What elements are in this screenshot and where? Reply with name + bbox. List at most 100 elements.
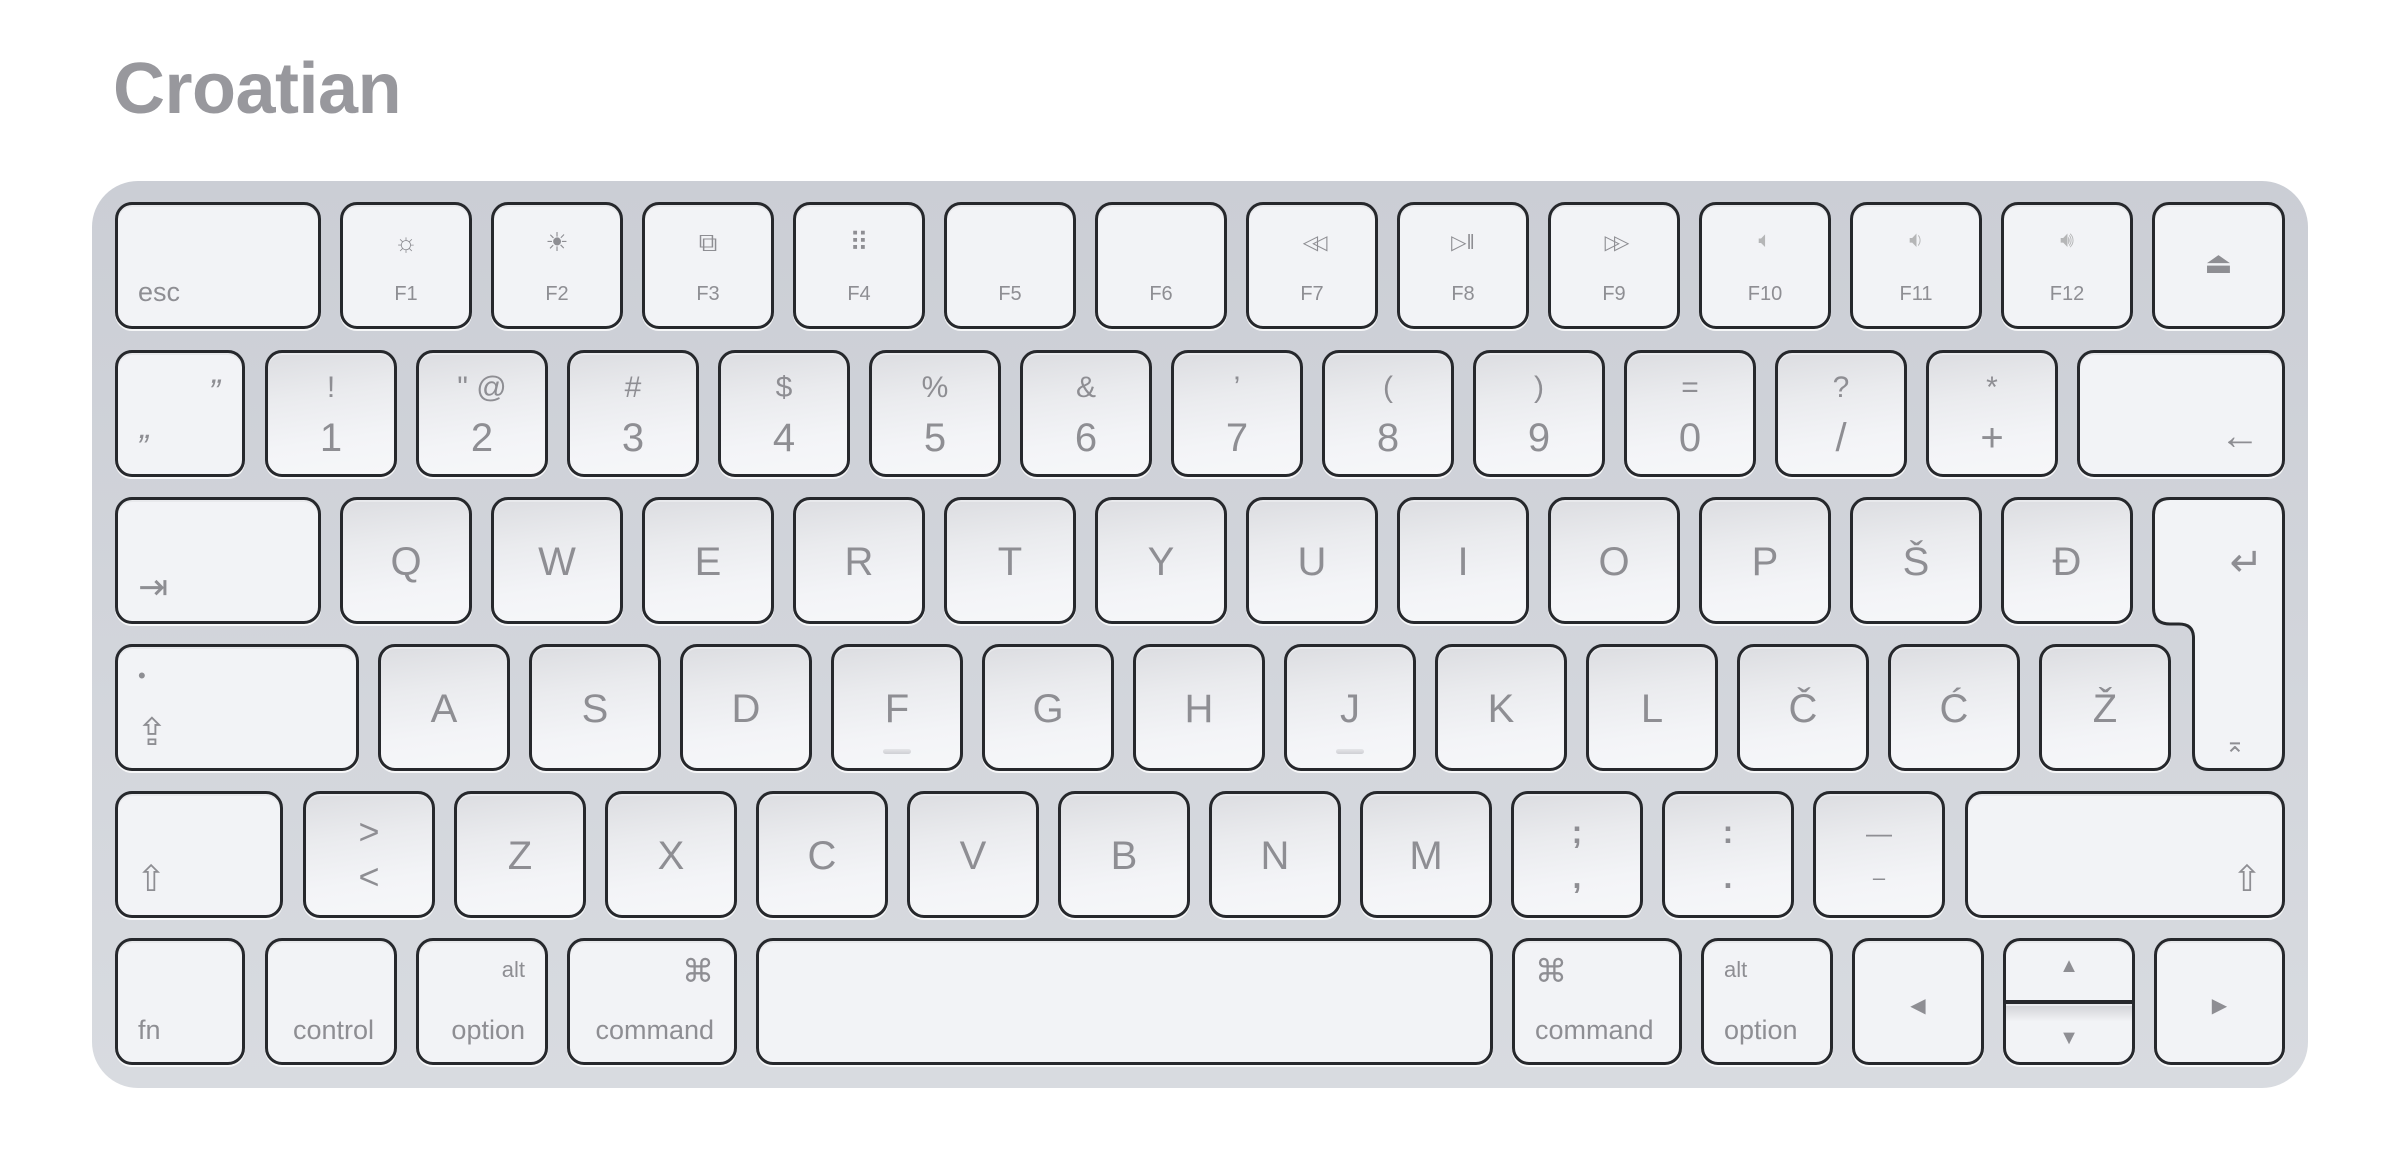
key-6[interactable]: & 6 [1020, 350, 1152, 477]
key-u[interactable]: U [1246, 497, 1378, 624]
key-arrow-right[interactable]: ▶ [2154, 938, 2285, 1065]
key-fn[interactable]: fn [115, 938, 245, 1065]
key-s-caron[interactable]: Š [1850, 497, 1982, 624]
key-o[interactable]: O [1548, 497, 1680, 624]
key-w[interactable]: W [491, 497, 623, 624]
key-l[interactable]: L [1586, 644, 1718, 771]
key-f10[interactable]: 🔈︎ F10 [1699, 202, 1831, 329]
key-f6[interactable]: F6 [1095, 202, 1227, 329]
key-dash[interactable]: — – [1813, 791, 1945, 918]
key-k[interactable]: K [1435, 644, 1567, 771]
key-control[interactable]: control [265, 938, 397, 1065]
key-label: Ć [1939, 687, 1969, 731]
key-s[interactable]: S [529, 644, 661, 771]
key-f5[interactable]: F5 [944, 202, 1076, 329]
key-label-top: > [358, 811, 380, 852]
key-label: F8 [1451, 283, 1475, 305]
key-t[interactable]: T [944, 497, 1076, 624]
key-shift-right[interactable]: ⇧ [1965, 791, 2285, 918]
key-label-bottom: , [1572, 859, 1582, 895]
key-label: Č [1788, 687, 1818, 731]
key-y[interactable]: Y [1095, 497, 1227, 624]
key-quote[interactable]: ” „ [115, 350, 245, 477]
key-m[interactable]: M [1360, 791, 1492, 918]
key-semicolon[interactable]: ; , [1511, 791, 1643, 918]
key-slash[interactable]: ? / [1775, 350, 1907, 477]
key-f3[interactable]: ⧉ F3 [642, 202, 774, 329]
key-label: esc [138, 277, 181, 307]
key-caps-lock[interactable]: • ⇪ [115, 644, 359, 771]
key-z-caron[interactable]: Ž [2039, 644, 2171, 771]
key-arrow-up[interactable]: ▲ [2003, 938, 2135, 1002]
key-9[interactable]: ) 9 [1473, 350, 1605, 477]
key-0[interactable]: = 0 [1624, 350, 1756, 477]
key-return[interactable]: ↵ ⌅ [2152, 497, 2285, 771]
shift-icon: ⇧ [136, 858, 167, 899]
key-label-top: % [921, 371, 949, 404]
rewind-icon: ◁◁ [1302, 232, 1328, 254]
key-f8[interactable]: ▷‖ F8 [1397, 202, 1529, 329]
key-option-left[interactable]: alt option [416, 938, 548, 1065]
key-label: M [1409, 834, 1443, 878]
key-x[interactable]: X [605, 791, 737, 918]
key-command-right[interactable]: ⌘ command [1512, 938, 1682, 1065]
key-space[interactable] [756, 938, 1493, 1065]
key-label-top: ( [1383, 371, 1393, 404]
key-d-stroke[interactable]: Đ [2001, 497, 2133, 624]
key-command-left[interactable]: ⌘ command [567, 938, 737, 1065]
key-7[interactable]: ’ 7 [1171, 350, 1303, 477]
key-d[interactable]: D [680, 644, 812, 771]
key-label: I [1457, 540, 1469, 584]
key-p[interactable]: P [1699, 497, 1831, 624]
key-option-right[interactable]: alt option [1701, 938, 1833, 1065]
key-arrow-left[interactable]: ◀ [1852, 938, 1984, 1065]
key-esc[interactable]: esc [115, 202, 321, 329]
key-eject[interactable]: ⏏ [2152, 202, 2285, 329]
key-label-bottom: 5 [923, 416, 947, 460]
key-arrow-down[interactable]: ▼ [2003, 1001, 2135, 1065]
mute-icon: 🔈︎ [1758, 227, 1772, 252]
key-2[interactable]: " @ 2 [416, 350, 548, 477]
volume-down-icon: 🔉︎ [1909, 227, 1923, 252]
key-f4[interactable]: ⠿ F4 [793, 202, 925, 329]
key-5[interactable]: % 5 [869, 350, 1001, 477]
key-label-top: ? [1832, 371, 1850, 404]
key-1[interactable]: ! 1 [265, 350, 397, 477]
key-c-caron[interactable]: Č [1737, 644, 1869, 771]
key-4[interactable]: $ 4 [718, 350, 850, 477]
key-angle-brackets[interactable]: > < [303, 791, 435, 918]
key-colon[interactable]: : . [1662, 791, 1794, 918]
key-q[interactable]: Q [340, 497, 472, 624]
key-tab[interactable]: ⇥ [115, 497, 321, 624]
key-label: J [1340, 687, 1360, 731]
key-i[interactable]: I [1397, 497, 1529, 624]
key-f[interactable]: F [831, 644, 963, 771]
page-title: Croatian [113, 49, 402, 129]
key-a[interactable]: A [378, 644, 510, 771]
key-f11[interactable]: 🔉︎ F11 [1850, 202, 1982, 329]
key-j[interactable]: J [1284, 644, 1416, 771]
key-label-top: alt [1724, 957, 1748, 982]
key-f1[interactable]: ☼ F1 [340, 202, 472, 329]
key-v[interactable]: V [907, 791, 1039, 918]
key-r[interactable]: R [793, 497, 925, 624]
key-f2[interactable]: ☀ F2 [491, 202, 623, 329]
key-c[interactable]: C [756, 791, 888, 918]
key-n[interactable]: N [1209, 791, 1341, 918]
key-3[interactable]: # 3 [567, 350, 699, 477]
key-f9[interactable]: ▷▷ F9 [1548, 202, 1680, 329]
key-label: Ž [2092, 687, 2118, 731]
key-z[interactable]: Z [454, 791, 586, 918]
key-shift-left[interactable]: ⇧ [115, 791, 283, 918]
key-f12[interactable]: 🔊︎ F12 [2001, 202, 2133, 329]
key-label: B [1110, 834, 1138, 878]
key-8[interactable]: ( 8 [1322, 350, 1454, 477]
key-e[interactable]: E [642, 497, 774, 624]
key-plus[interactable]: * + [1926, 350, 2058, 477]
key-b[interactable]: B [1058, 791, 1190, 918]
key-backspace[interactable]: ← [2077, 350, 2285, 477]
key-c-acute[interactable]: Ć [1888, 644, 2020, 771]
key-f7[interactable]: ◁◁ F7 [1246, 202, 1378, 329]
key-h[interactable]: H [1133, 644, 1265, 771]
key-g[interactable]: G [982, 644, 1114, 771]
